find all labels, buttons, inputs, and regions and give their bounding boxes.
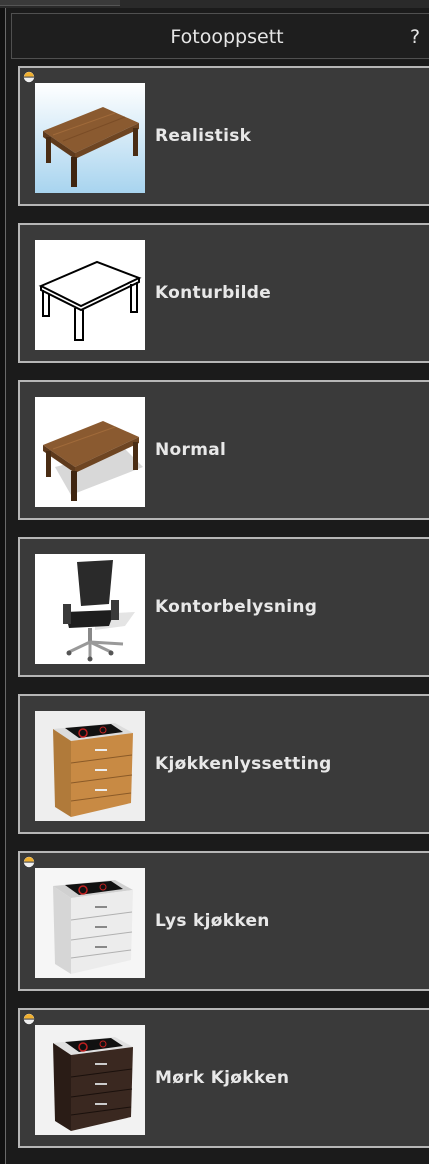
preset-item-kjokkenlyssetting[interactable]: Kjøkkenlyssetting [18, 694, 429, 834]
table-wood-realistic-thumbnail [35, 83, 145, 193]
table-outline-thumbnail [35, 240, 145, 350]
preset-item-mork-kjokken[interactable]: Mørk Kjøkken [18, 1008, 429, 1148]
kitchen-cabinet-dark-thumbnail [35, 1025, 145, 1135]
preset-item-realistisk[interactable]: Realistisk [18, 66, 429, 206]
preset-item-normal[interactable]: Normal [18, 380, 429, 520]
preset-label: Kjøkkenlyssetting [155, 754, 332, 774]
panel-header: Fotooppsett ? [11, 13, 429, 59]
premium-badge-icon [23, 71, 35, 83]
table-wood-normal-thumbnail [35, 397, 145, 507]
panel-title: Fotooppsett [170, 26, 284, 48]
preset-label: Normal [155, 440, 227, 460]
preset-item-kontorbelysning[interactable]: Kontorbelysning [18, 537, 429, 677]
preset-label: Konturbilde [155, 283, 272, 303]
window-top-strip [0, 0, 429, 8]
office-chair-thumbnail [35, 554, 145, 664]
preset-label: Realistisk [155, 126, 252, 146]
preset-item-konturbilde[interactable]: Konturbilde [18, 223, 429, 363]
preset-label: Lys kjøkken [155, 911, 270, 931]
kitchen-cabinet-white-thumbnail [35, 868, 145, 978]
window-tab [0, 0, 120, 6]
panel-left-edge [0, 8, 6, 1164]
help-button[interactable]: ? [410, 14, 420, 60]
preset-item-lys-kjokken[interactable]: Lys kjøkken [18, 851, 429, 991]
premium-badge-icon [23, 856, 35, 868]
kitchen-cabinet-wood-thumbnail [35, 711, 145, 821]
preset-label: Kontorbelysning [155, 597, 318, 617]
premium-badge-icon [23, 1013, 35, 1025]
preset-label: Mørk Kjøkken [155, 1068, 290, 1088]
